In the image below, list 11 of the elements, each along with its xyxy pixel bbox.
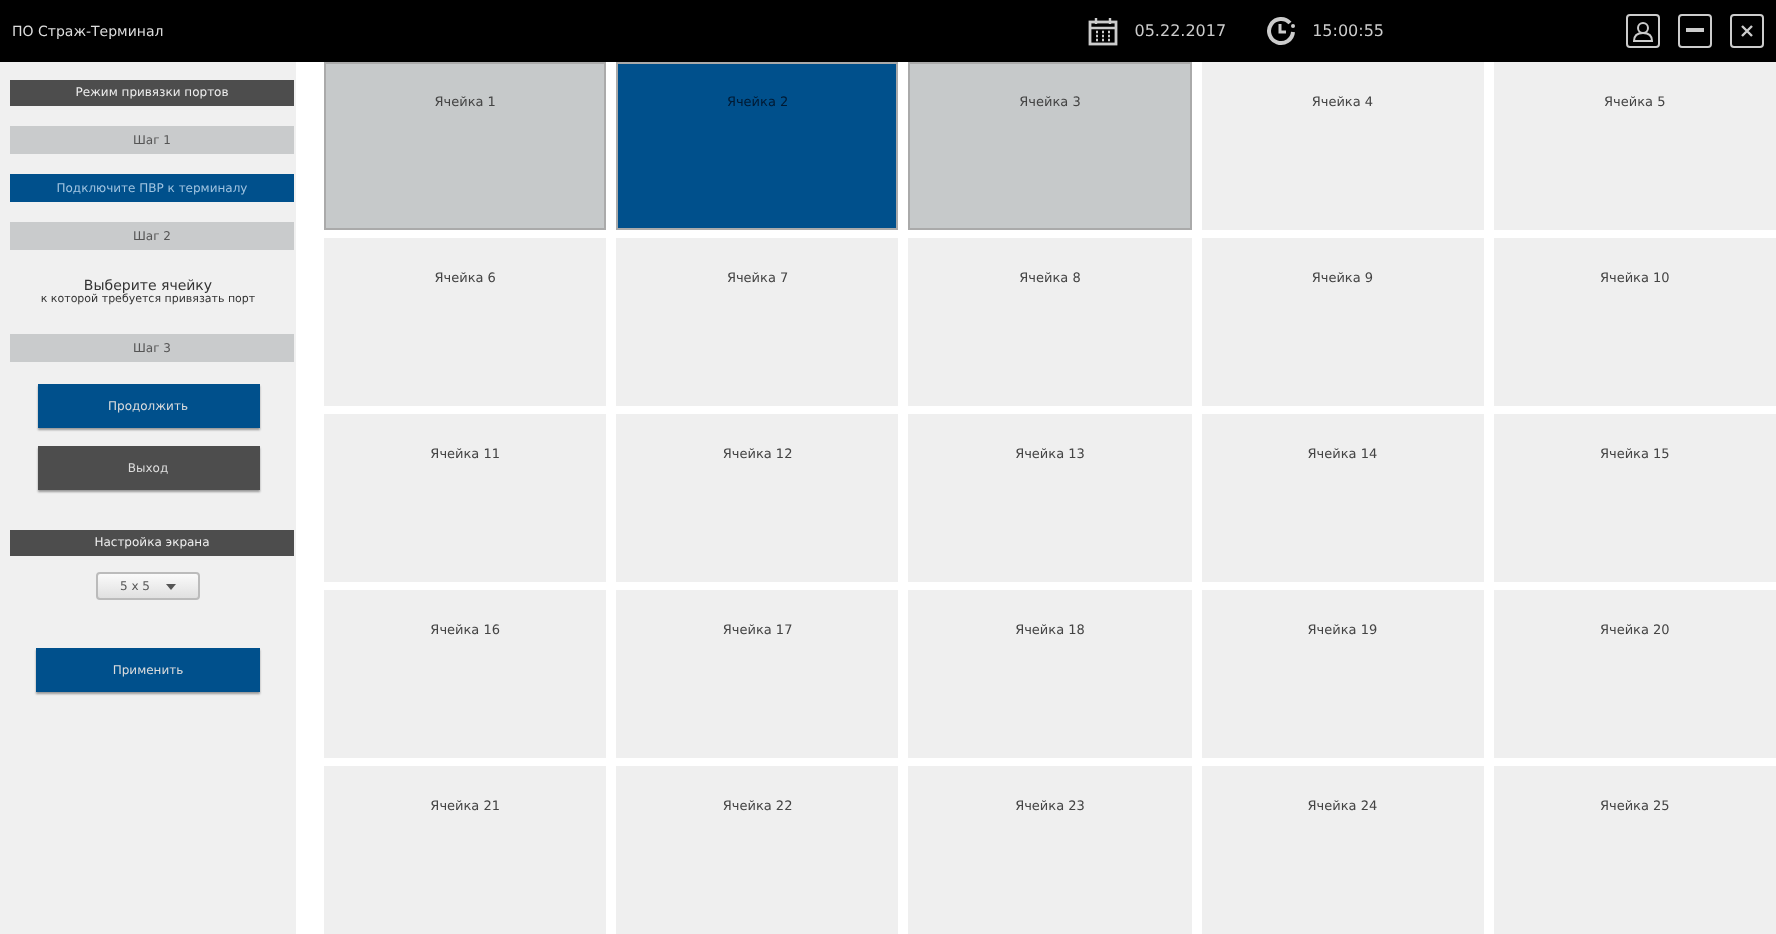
close-button[interactable] <box>1730 14 1764 48</box>
clock-icon <box>1266 16 1297 46</box>
user-icon <box>1632 20 1654 42</box>
minimize-button[interactable] <box>1678 14 1712 48</box>
calendar-icon <box>1088 17 1119 45</box>
minimize-icon <box>1686 28 1704 34</box>
time-text: 15:00:55 <box>1312 22 1384 40</box>
date-text: 05.22.2017 <box>1134 22 1227 40</box>
user-button[interactable] <box>1626 14 1660 48</box>
caret-icon <box>166 583 176 589</box>
close-icon <box>1740 24 1754 38</box>
